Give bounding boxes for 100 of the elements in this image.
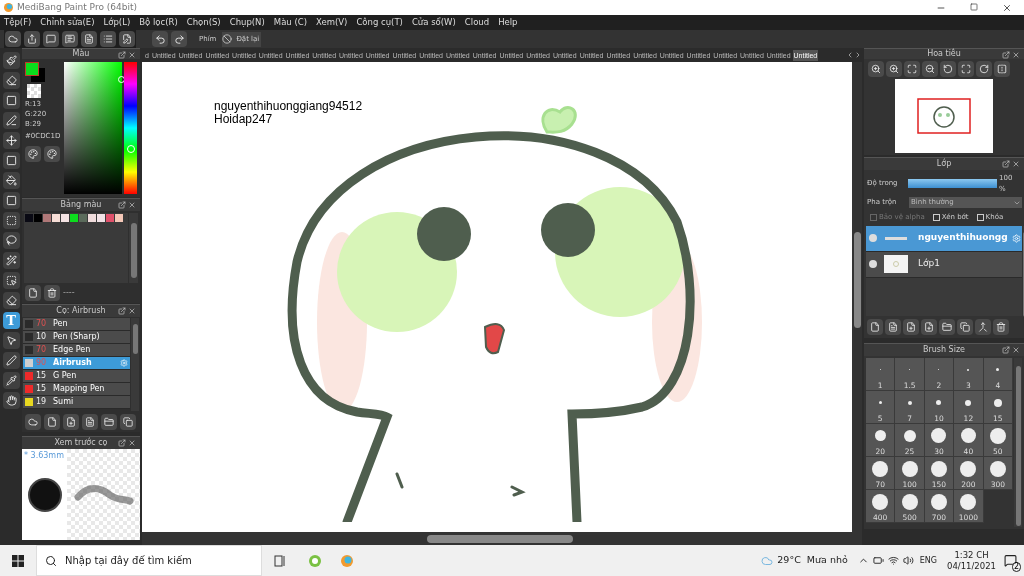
- zoom-out-icon[interactable]: [922, 61, 938, 77]
- transparent-swatch[interactable]: [27, 84, 41, 98]
- taskbar-search-field[interactable]: Nhập tại đây để tìm kiếm: [36, 545, 262, 576]
- add-file-icon[interactable]: [903, 319, 919, 335]
- menu-item[interactable]: Bộ lọc(R): [139, 16, 178, 29]
- wifi-icon[interactable]: [887, 555, 899, 566]
- palette-icon[interactable]: [25, 146, 41, 162]
- clock-time[interactable]: 1:32 CH: [954, 549, 989, 561]
- undock-icon[interactable]: [118, 51, 126, 59]
- zoom-icon[interactable]: [868, 61, 884, 77]
- tool-button[interactable]: [2, 272, 20, 289]
- copy-icon[interactable]: [957, 319, 973, 335]
- visibility-toggle[interactable]: [869, 234, 877, 242]
- scrollbar-thumb[interactable]: [1015, 366, 1021, 526]
- close-icon[interactable]: [128, 307, 136, 315]
- close-icon[interactable]: [128, 51, 136, 59]
- scrollbar-thumb[interactable]: [130, 223, 137, 278]
- tool-button[interactable]: [2, 152, 20, 169]
- menu-item[interactable]: Help: [498, 16, 518, 29]
- tool-button[interactable]: [2, 372, 20, 389]
- tool-button[interactable]: [2, 92, 20, 109]
- color-swatch[interactable]: [43, 214, 51, 222]
- new-file-icon[interactable]: [867, 319, 883, 335]
- color-swatch[interactable]: [88, 214, 96, 222]
- clock-date[interactable]: 04/11/2021: [947, 560, 996, 572]
- new-file-icon[interactable]: [44, 414, 60, 430]
- notification-button[interactable]: 2: [1002, 552, 1018, 569]
- task-view-icon[interactable]: [274, 554, 286, 567]
- reset-view-icon[interactable]: [958, 61, 974, 77]
- edit-icon[interactable]: [119, 31, 135, 47]
- windows-start-icon[interactable]: [12, 554, 24, 567]
- maximize-icon[interactable]: [970, 2, 978, 11]
- hue-bar[interactable]: [123, 62, 137, 194]
- palette-icon[interactable]: [44, 146, 60, 162]
- tool-button[interactable]: [2, 232, 20, 249]
- cloud-icon[interactable]: [25, 414, 41, 430]
- speech-bubble-icon[interactable]: [43, 31, 59, 47]
- trash-icon[interactable]: [993, 319, 1009, 335]
- list-icon[interactable]: [100, 31, 116, 47]
- rotate-left-icon[interactable]: [940, 61, 956, 77]
- undock-icon[interactable]: [1002, 346, 1010, 354]
- opacity-slider[interactable]: [908, 179, 998, 188]
- tool-button[interactable]: [2, 132, 20, 149]
- brush-item[interactable]: 10 Pen (Sharp): [23, 331, 130, 344]
- tool-button[interactable]: [2, 212, 20, 229]
- menu-item[interactable]: Chỉnh sửa(E): [40, 16, 95, 29]
- undo-icon[interactable]: [152, 31, 168, 47]
- flip-icon[interactable]: [994, 61, 1010, 77]
- tool-button[interactable]: [2, 72, 20, 89]
- close-icon[interactable]: [1012, 346, 1020, 354]
- folder-icon[interactable]: [101, 414, 117, 430]
- tool-button[interactable]: [2, 52, 20, 69]
- scrollbar-thumb[interactable]: [132, 324, 138, 354]
- close-icon[interactable]: [128, 439, 136, 447]
- tool-button[interactable]: [2, 252, 20, 269]
- brush-item[interactable]: 15 G Pen: [23, 370, 130, 383]
- undock-icon[interactable]: [118, 439, 126, 447]
- scrollbar-thumb[interactable]: [427, 534, 573, 543]
- menu-item[interactable]: Công cụ(T): [356, 16, 403, 29]
- folder-icon[interactable]: [939, 319, 955, 335]
- menu-item[interactable]: Cloud: [464, 16, 490, 29]
- merge-icon[interactable]: [975, 319, 991, 335]
- menu-item[interactable]: Xem(V): [316, 16, 348, 29]
- share-icon[interactable]: [24, 31, 40, 47]
- close-icon[interactable]: [1012, 51, 1020, 59]
- color-swatch[interactable]: [70, 214, 78, 222]
- scroll-left-icon[interactable]: [846, 51, 854, 59]
- brush-item[interactable]: 70 Pen: [23, 318, 130, 331]
- color-swatch[interactable]: [106, 214, 114, 222]
- tool-button[interactable]: [2, 392, 20, 409]
- layer-item[interactable]: Lớp1: [866, 251, 1022, 278]
- tool-button[interactable]: [2, 172, 20, 189]
- add-layer-icon[interactable]: [921, 319, 937, 335]
- language-indicator[interactable]: ENG: [919, 554, 937, 567]
- comment-icon[interactable]: [62, 31, 78, 47]
- close-icon[interactable]: [1002, 2, 1012, 13]
- document-icon[interactable]: [82, 414, 98, 430]
- color-swatch[interactable]: [25, 214, 33, 222]
- color-swatch[interactable]: [52, 214, 60, 222]
- trash-icon[interactable]: [44, 285, 60, 301]
- menu-item[interactable]: Lớp(L): [103, 16, 131, 29]
- color-swatches-drawing[interactable]: [25, 62, 45, 82]
- undock-icon[interactable]: [1002, 160, 1010, 168]
- zoom-in-icon[interactable]: [886, 61, 902, 77]
- scrollbar-thumb[interactable]: [853, 232, 861, 328]
- undock-icon[interactable]: [1002, 51, 1010, 59]
- new-file-icon[interactable]: [25, 285, 41, 301]
- navigator-thumbnail[interactable]: [895, 79, 993, 153]
- color-swatch[interactable]: [115, 214, 123, 222]
- document-icon[interactable]: [885, 319, 901, 335]
- tool-button[interactable]: [2, 352, 20, 369]
- menu-item[interactable]: Màu (C): [273, 16, 307, 29]
- tool-button[interactable]: [2, 332, 20, 349]
- tool-button[interactable]: [2, 192, 20, 209]
- visibility-toggle[interactable]: [869, 260, 877, 268]
- color-swatch[interactable]: [97, 214, 105, 222]
- close-icon[interactable]: [1012, 160, 1020, 168]
- add-file-icon[interactable]: [63, 414, 79, 430]
- canvas[interactable]: nguyenthihuonggiang94512 Hoidap247: [142, 62, 852, 532]
- weather-text[interactable]: 29°C Mưa nhỏ: [777, 553, 848, 568]
